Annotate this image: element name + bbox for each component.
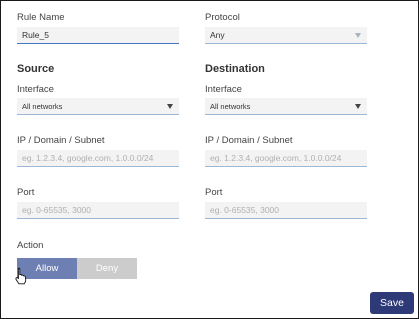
destination-interface-select[interactable]: All networks — [205, 98, 367, 115]
source-heading: Source — [17, 63, 55, 75]
chevron-down-icon — [355, 33, 361, 38]
destination-ip-input[interactable] — [205, 150, 367, 167]
source-port-input[interactable] — [17, 202, 179, 219]
hand-cursor-icon — [15, 267, 27, 285]
rule-name-label: Rule Name — [17, 12, 65, 23]
save-button[interactable]: Save — [370, 292, 414, 314]
protocol-value: Any — [210, 30, 225, 40]
destination-interface-label: Interface — [205, 84, 242, 95]
destination-ip-label: IP / Domain / Subnet — [205, 135, 293, 146]
source-port-label: Port — [17, 187, 35, 198]
chevron-down-icon — [355, 104, 361, 109]
firewall-rule-form: Rule Name Protocol Any Source Interface … — [0, 0, 419, 319]
source-interface-label: Interface — [17, 84, 54, 95]
destination-port-label: Port — [205, 187, 223, 198]
source-interface-select[interactable]: All networks — [17, 98, 179, 115]
destination-heading: Destination — [205, 63, 265, 75]
source-ip-input[interactable] — [17, 150, 179, 167]
destination-interface-value: All networks — [210, 102, 251, 111]
source-interface-value: All networks — [22, 102, 63, 111]
protocol-select[interactable]: Any — [205, 27, 367, 44]
chevron-down-icon — [167, 104, 173, 109]
action-label: Action — [17, 240, 44, 251]
deny-toggle-button[interactable]: Deny — [77, 258, 137, 279]
source-ip-label: IP / Domain / Subnet — [17, 135, 105, 146]
destination-port-input[interactable] — [205, 202, 367, 219]
rule-name-input[interactable] — [17, 27, 179, 44]
protocol-label: Protocol — [205, 12, 240, 23]
